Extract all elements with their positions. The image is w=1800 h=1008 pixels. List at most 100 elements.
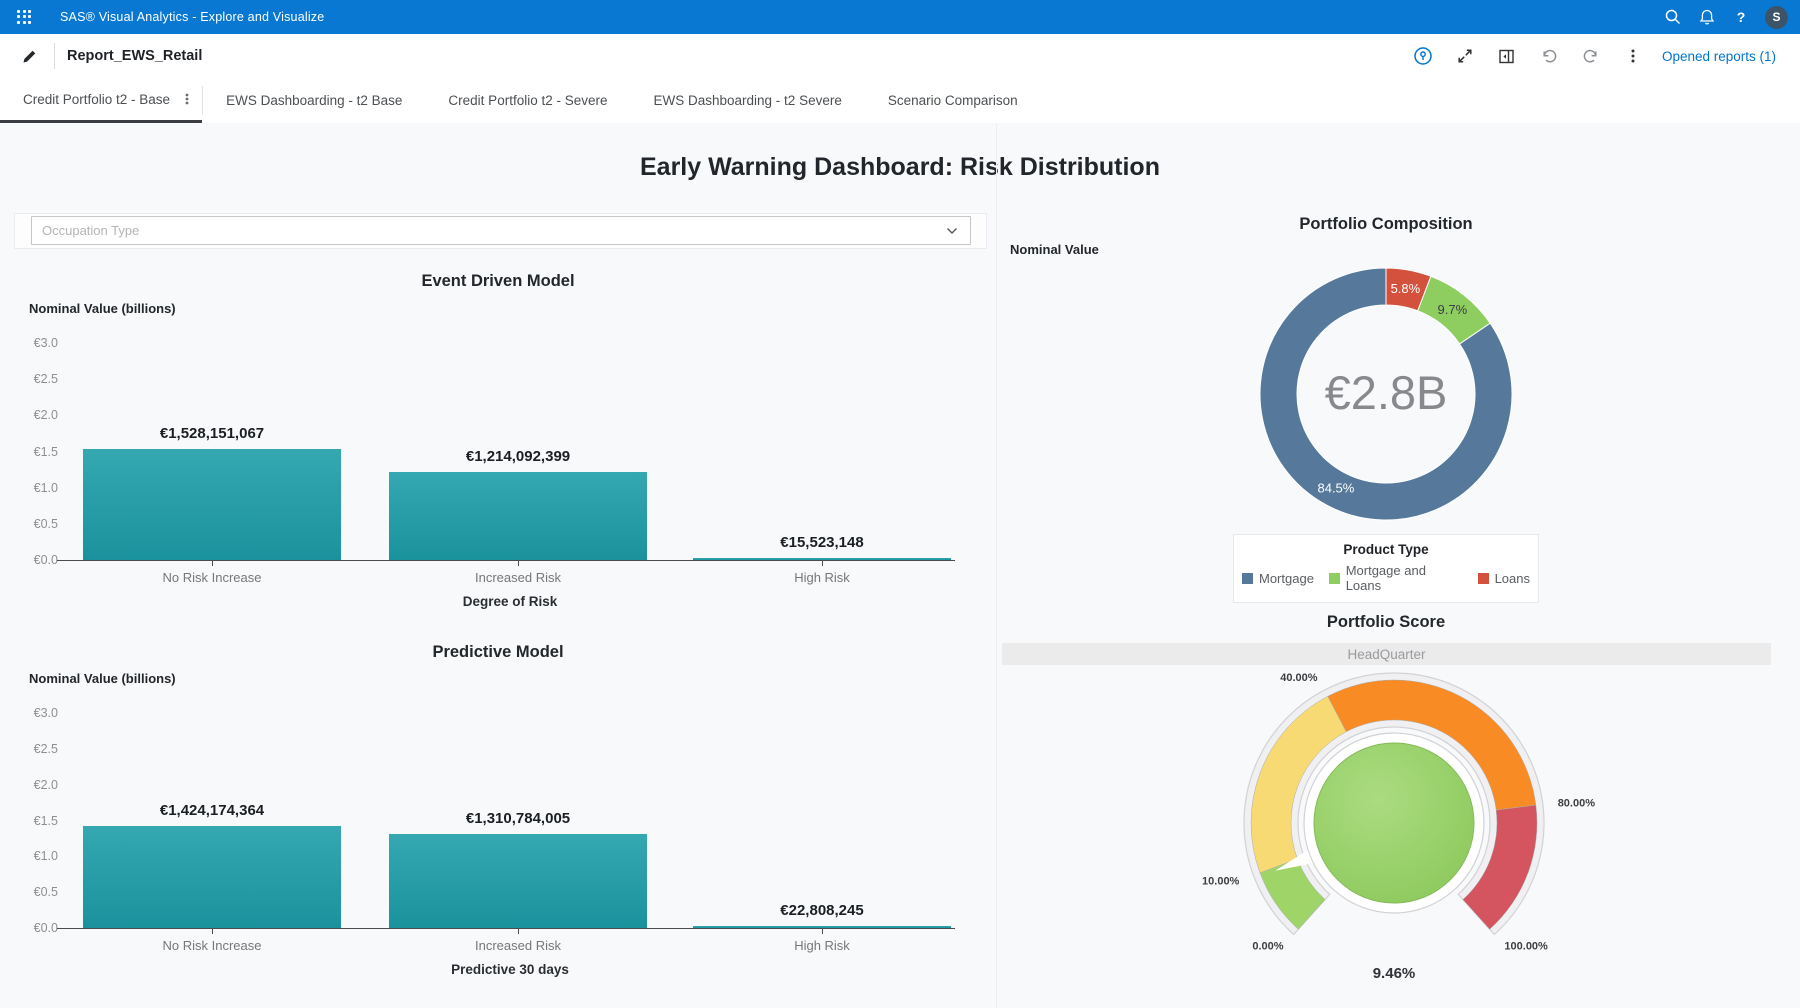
- opened-reports-link[interactable]: Opened reports (1): [1662, 49, 1776, 64]
- tab-label: EWS Dashboarding - t2 Base: [226, 93, 402, 108]
- undo-icon[interactable]: [1536, 43, 1562, 69]
- donut-slice-label: 84.5%: [1317, 481, 1354, 496]
- bar-no-risk-increase[interactable]: [83, 449, 341, 560]
- gauge-casing: [1244, 673, 1544, 934]
- donut-slice-label: 9.7%: [1438, 302, 1468, 317]
- legend-item-mortgage-and-loans[interactable]: Mortgage and Loans: [1329, 563, 1463, 593]
- legend-item-mortgage[interactable]: Mortgage: [1242, 563, 1314, 593]
- bar-no-risk-increase[interactable]: [83, 826, 341, 928]
- legend-swatch: [1478, 573, 1489, 584]
- gauge-tick-label: 10.00%: [1202, 876, 1240, 888]
- bar-value-label: €1,424,174,364: [72, 802, 352, 819]
- maximize-icon[interactable]: [1452, 43, 1478, 69]
- portfolio-score-gauge: 0.00%10.00%40.00%80.00%100.00%: [1174, 623, 1614, 1003]
- app-title: SAS® Visual Analytics - Explore and Visu…: [60, 10, 324, 24]
- bar-value-label: €15,523,148: [682, 534, 962, 551]
- donut-measure-label: Nominal Value: [1010, 242, 1099, 257]
- gauge-tick-label: 80.00%: [1558, 797, 1596, 809]
- insights-icon[interactable]: [1410, 43, 1436, 69]
- legend-item-loans[interactable]: Loans: [1478, 563, 1530, 593]
- report-title: Report_EWS_Retail: [67, 48, 202, 64]
- category-label: No Risk Increase: [72, 570, 352, 585]
- more-options-icon[interactable]: [1620, 43, 1646, 69]
- y-tick-label: €1.5: [0, 445, 58, 459]
- tab-ews-dashboarding-t2-severe[interactable]: EWS Dashboarding - t2 Severe: [631, 78, 865, 123]
- legend-label: Mortgage and Loans: [1346, 563, 1463, 593]
- dropdown-placeholder: Occupation Type: [42, 223, 946, 238]
- y-axis-label: Nominal Value (billions): [29, 671, 176, 686]
- legend-label: Loans: [1495, 571, 1530, 586]
- help-glyph: ?: [1737, 9, 1746, 25]
- y-tick-label: €2.0: [0, 778, 58, 792]
- donut-legend: Product Type Mortgage Mortgage and Loans L…: [1233, 534, 1539, 603]
- tab-label: Credit Portfolio t2 - Severe: [448, 93, 607, 108]
- donut-svg: 5.8% 9.7% 84.5% €2.8B: [1226, 234, 1546, 554]
- category-label: Increased Risk: [378, 570, 658, 585]
- chevron-down-icon: [946, 227, 958, 235]
- toolbar-divider: [54, 43, 55, 69]
- gauge-tick-label: 0.00%: [1252, 941, 1283, 953]
- redo-icon[interactable]: [1578, 43, 1604, 69]
- y-tick-label: €0.0: [0, 921, 58, 935]
- edit-pencil-icon[interactable]: [16, 43, 42, 69]
- tab-label: Credit Portfolio t2 - Base: [23, 92, 170, 107]
- column-divider: [996, 123, 997, 1008]
- gauge-segment-10-40: [1251, 696, 1346, 873]
- tab-label: EWS Dashboarding - t2 Severe: [654, 93, 842, 108]
- event-driven-model-chart: Event Driven ModelNominal Value (billion…: [0, 250, 996, 628]
- tab-scenario-comparison[interactable]: Scenario Comparison: [865, 78, 1041, 123]
- gauge-value: 9.46%: [1194, 965, 1594, 982]
- category-label: High Risk: [682, 938, 962, 953]
- gauge-inner-casing: [1304, 733, 1484, 913]
- report-tab-strip: Credit Portfolio t2 - Base EWS Dashboardi…: [0, 78, 1800, 124]
- bar-value-label: €1,528,151,067: [72, 425, 352, 442]
- gauge-segment-80-100: [1463, 805, 1537, 929]
- bar-value-label: €1,310,784,005: [378, 810, 658, 827]
- category-label: High Risk: [682, 570, 962, 585]
- y-tick-label: €0.0: [0, 553, 58, 567]
- report-toolbar: Report_EWS_Retail Opened reports (1): [0, 34, 1800, 79]
- tab-credit-portfolio-t2-severe[interactable]: Credit Portfolio t2 - Severe: [425, 78, 630, 123]
- bar-increased-risk[interactable]: [389, 472, 647, 560]
- tab-ews-dashboarding-t2-base[interactable]: EWS Dashboarding - t2 Base: [203, 78, 425, 123]
- y-tick-label: €3.0: [0, 706, 58, 720]
- donut-slice-label: 5.8%: [1391, 281, 1421, 296]
- x-axis-line: [57, 560, 955, 561]
- y-tick-label: €1.0: [0, 849, 58, 863]
- help-icon[interactable]: ?: [1731, 7, 1751, 27]
- y-tick-label: €1.5: [0, 814, 58, 828]
- legend-title: Product Type: [1242, 542, 1530, 557]
- x-axis-label: Degree of Risk: [310, 594, 710, 609]
- donut-center-value: €2.8B: [1325, 366, 1448, 419]
- donut-title: Portfolio Composition: [1186, 215, 1586, 234]
- y-tick-label: €2.5: [0, 742, 58, 756]
- tab-menu-icon[interactable]: [180, 92, 194, 106]
- chart-title: Event Driven Model: [0, 272, 996, 291]
- gauge-segment-40-80: [1328, 680, 1536, 810]
- gauge-region-label: HeadQuarter: [1347, 647, 1425, 662]
- gauge-tick-label: 40.00%: [1280, 672, 1318, 684]
- notifications-icon[interactable]: [1697, 7, 1717, 27]
- app-switcher-icon[interactable]: [17, 10, 32, 25]
- data-pane-icon[interactable]: [1494, 43, 1520, 69]
- user-avatar[interactable]: S: [1765, 6, 1788, 29]
- report-canvas: Early Warning Dashboard: Risk Distributi…: [0, 123, 1800, 1008]
- tab-credit-portfolio-t2-base[interactable]: Credit Portfolio t2 - Base: [0, 78, 202, 123]
- app-bar: SAS® Visual Analytics - Explore and Visu…: [0, 0, 1800, 34]
- y-tick-label: €3.0: [0, 336, 58, 350]
- page-title: Early Warning Dashboard: Risk Distributi…: [0, 153, 1800, 182]
- x-axis-label: Predictive 30 days: [310, 962, 710, 977]
- gauge-region-band: HeadQuarter: [1002, 643, 1771, 665]
- y-tick-label: €2.0: [0, 408, 58, 422]
- bar-increased-risk[interactable]: [389, 834, 647, 928]
- gauge-title: Portfolio Score: [1186, 613, 1586, 632]
- legend-swatch: [1242, 573, 1253, 584]
- portfolio-composition-donut: 5.8% 9.7% 84.5% €2.8B: [1226, 234, 1546, 554]
- chart-title: Predictive Model: [0, 643, 996, 662]
- gauge-pointer: [1275, 843, 1325, 871]
- search-icon[interactable]: [1663, 7, 1683, 27]
- category-label: No Risk Increase: [72, 938, 352, 953]
- y-tick-label: €0.5: [0, 885, 58, 899]
- occupation-type-dropdown[interactable]: Occupation Type: [31, 216, 971, 245]
- y-tick-label: €1.0: [0, 481, 58, 495]
